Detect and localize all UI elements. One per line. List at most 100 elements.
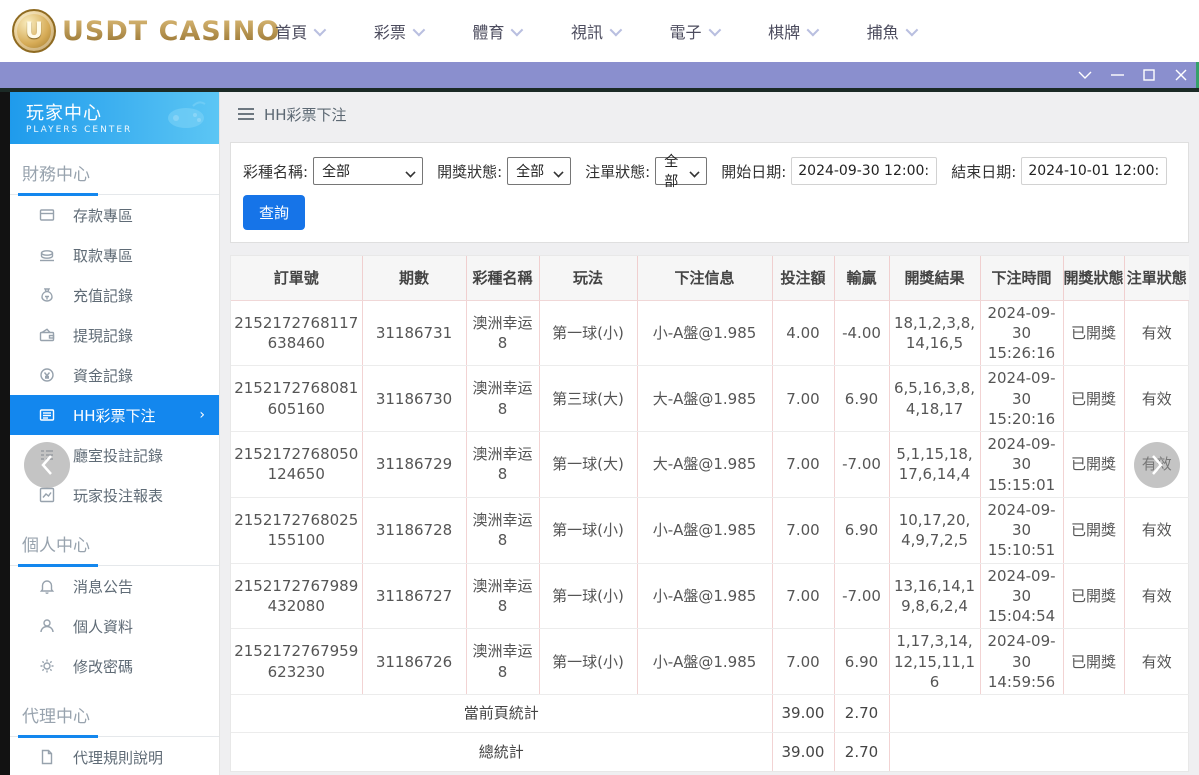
- selected-value: 全部: [322, 164, 351, 180]
- chevron-down-icon: [412, 23, 426, 36]
- collapse-sidebar-button[interactable]: [24, 442, 70, 488]
- withdraw-coins-icon: [38, 247, 56, 263]
- sidebar-item-fund-records[interactable]: 資金記錄: [10, 355, 219, 395]
- end-date-input[interactable]: [1021, 157, 1168, 185]
- user-icon: [38, 618, 56, 634]
- cell-bet-amount: 7.00: [772, 628, 835, 695]
- summary-winloss-total: 2.70: [834, 694, 890, 733]
- sidebar-item-hh-lottery-bets[interactable]: HH彩票下注 ›: [10, 395, 219, 435]
- nav-item-home[interactable]: 首頁: [275, 19, 327, 43]
- lottery-name-label: 彩種名稱:: [243, 162, 309, 181]
- cell-draw-result: 5,1,15,18,17,6,14,4: [889, 431, 981, 498]
- sidebar-item-label: 資金記錄: [73, 366, 134, 385]
- col-header: 輸贏: [834, 256, 890, 301]
- sidebar-item-label: 個人資料: [73, 617, 134, 636]
- nav-label: 棋牌: [768, 23, 801, 42]
- cell-bet-time: 2024-09-30 15:20:16: [980, 365, 1064, 432]
- cell-winloss: -7.00: [834, 563, 890, 630]
- lottery-name-select[interactable]: 全部: [313, 157, 424, 185]
- sidebar-item-recharge-records[interactable]: 充值記錄: [10, 275, 219, 315]
- cell-bet-info: 小-A盤@1.985: [637, 300, 773, 367]
- cell-draw-result: 18,1,2,3,8,14,16,5: [889, 300, 981, 367]
- collapse-icon[interactable]: [1075, 66, 1095, 84]
- sidebar-item-agent-rules[interactable]: 代理規則說明: [10, 737, 219, 775]
- cell-bet-info: 小-A盤@1.985: [637, 497, 773, 564]
- ticket-list-icon: [38, 407, 56, 423]
- sidebar-item-label: HH彩票下注: [73, 406, 156, 425]
- sidebar-item-change-password[interactable]: 修改密碼: [10, 646, 219, 686]
- cell-order-no: 2152172768050124650: [231, 431, 363, 498]
- gamepad-icon: [163, 98, 209, 136]
- maximize-icon[interactable]: [1139, 66, 1159, 84]
- cell-draw-status: 已開獎: [1063, 365, 1125, 432]
- window-title-bar: [0, 62, 1199, 88]
- start-date-input[interactable]: [791, 157, 938, 185]
- chevron-down-icon: [708, 23, 721, 36]
- sidebar-item-withdraw[interactable]: 取款專區: [10, 235, 219, 275]
- sidebar-item-announcements[interactable]: 消息公告: [10, 566, 219, 606]
- logo-coin-icon: U: [12, 9, 56, 53]
- top-nav-bar: U USDT CASINO 首頁 彩票 體育 視訊 電子 棋牌 捕魚: [0, 0, 1199, 62]
- chevron-right-icon: [1152, 455, 1163, 475]
- selected-value: 全部: [516, 164, 545, 180]
- cell-period: 31186727: [362, 563, 467, 630]
- breadcrumb: HH彩票下注: [220, 92, 1199, 136]
- summary-label: 當前頁統計: [231, 694, 773, 733]
- col-header: 訂單號: [231, 256, 363, 301]
- cell-bet-amount: 7.00: [772, 431, 835, 498]
- sidebar-item-label: 廳室投註記錄: [73, 446, 164, 465]
- cell-period: 31186728: [362, 497, 467, 564]
- cell-winloss: 6.90: [834, 497, 890, 564]
- logo[interactable]: U USDT CASINO: [12, 9, 280, 53]
- nav-item-cards[interactable]: 棋牌: [768, 19, 820, 43]
- cell-bet-info: 小-A盤@1.985: [637, 628, 773, 695]
- cell-play: 第三球(大): [539, 365, 638, 432]
- cell-play: 第一球(小): [539, 628, 638, 695]
- close-icon[interactable]: [1171, 66, 1191, 84]
- nav-item-video[interactable]: 視訊: [570, 19, 623, 43]
- sidebar-item-profile[interactable]: 個人資料: [10, 606, 219, 646]
- chevron-down-icon: [806, 23, 820, 36]
- order-status-label: 注單狀態:: [585, 162, 651, 181]
- cell-draw-status: 已開獎: [1063, 431, 1125, 498]
- cell-lottery: 澳洲幸运8: [466, 300, 540, 367]
- nav-item-fishing[interactable]: 捕魚: [867, 19, 918, 43]
- expand-panel-button[interactable]: [1134, 442, 1180, 488]
- cell-order-status: 有效: [1124, 628, 1189, 695]
- summary-empty: [889, 694, 1189, 733]
- sidebar-item-label: 充值記錄: [73, 286, 134, 305]
- summary-label: 總統計: [231, 732, 773, 771]
- col-header: 開獎狀態: [1063, 256, 1125, 301]
- summary-bet-total: 39.00: [772, 694, 835, 733]
- cell-bet-info: 大-A盤@1.985: [637, 431, 773, 498]
- search-button[interactable]: 查詢: [243, 195, 306, 230]
- selected-value: 全部: [664, 154, 679, 190]
- page-background-strip: [0, 92, 10, 775]
- minimize-icon[interactable]: [1107, 66, 1127, 84]
- section-title-personal: 個人中心: [10, 531, 219, 567]
- nav-item-sports[interactable]: 體育: [472, 19, 524, 43]
- cell-draw-result: 10,17,20,4,9,7,2,5: [889, 497, 981, 564]
- cell-lottery: 澳洲幸运8: [466, 563, 540, 630]
- nav-item-egames[interactable]: 電子: [670, 19, 721, 43]
- main-content: HH彩票下注 彩種名稱: 全部 開獎狀態: 全部 注單狀態: 全部 開始日期: …: [220, 92, 1199, 775]
- filter-panel: 彩種名稱: 全部 開獎狀態: 全部 注單狀態: 全部 開始日期: 結束日期: 查…: [230, 142, 1189, 243]
- cell-winloss: -4.00: [834, 300, 890, 367]
- nav-label: 視訊: [570, 23, 603, 42]
- cell-lottery: 澳洲幸运8: [466, 628, 540, 695]
- cell-draw-result: 13,16,14,19,8,6,2,4: [889, 563, 981, 630]
- sidebar-item-deposit[interactable]: 存款專區: [10, 195, 219, 235]
- cell-draw-status: 已開獎: [1063, 497, 1125, 564]
- hamburger-menu-icon[interactable]: [238, 108, 254, 120]
- cell-draw-status: 已開獎: [1063, 300, 1125, 367]
- section-title-finance: 財務中心: [10, 160, 219, 196]
- order-status-select[interactable]: 全部: [655, 154, 708, 190]
- sidebar-item-withdrawal-records[interactable]: 提現記錄: [10, 315, 219, 355]
- cell-play: 第一球(小): [539, 497, 638, 564]
- draw-status-select[interactable]: 全部: [507, 157, 572, 185]
- chevron-down-icon: [609, 23, 623, 36]
- end-date-label: 結束日期:: [951, 162, 1017, 181]
- cell-bet-time: 2024-09-30 15:15:01: [980, 431, 1064, 498]
- sidebar-item-label: 消息公告: [73, 577, 134, 596]
- nav-item-lottery[interactable]: 彩票: [374, 19, 426, 43]
